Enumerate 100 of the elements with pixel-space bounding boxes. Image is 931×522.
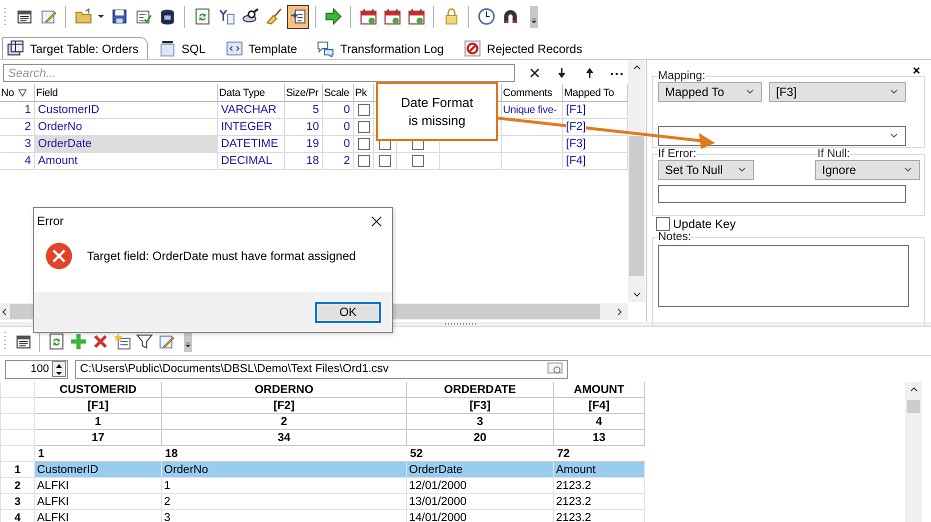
close-icon[interactable] bbox=[371, 216, 382, 226]
checkbox[interactable] bbox=[379, 155, 391, 167]
broom-icon bbox=[266, 8, 282, 25]
table-icon bbox=[7, 40, 24, 57]
data-row[interactable]: 1 CustomerID OrderNo OrderDate Amount bbox=[0, 462, 905, 478]
file-path-field[interactable]: C:\Users\Public\Documents\DBSL\Demo\Text Files\Ord1.csv bbox=[75, 360, 568, 378]
column-header: [F4] bbox=[588, 400, 610, 412]
save-icon bbox=[110, 8, 128, 25]
data-row[interactable]: 2 ALFKI 1 12/01/2000 2123.2 bbox=[0, 478, 905, 494]
edit-icon bbox=[158, 332, 174, 350]
table-cell: 13/01/2000 bbox=[409, 496, 467, 508]
row-number: 2 bbox=[14, 480, 21, 492]
checkbox[interactable] bbox=[358, 138, 370, 150]
source-field-dropdown[interactable]: [F3] bbox=[769, 82, 906, 102]
table-cell: 2123.2 bbox=[556, 480, 592, 492]
row-number: 1 bbox=[14, 464, 21, 476]
calendar-icon bbox=[360, 8, 376, 25]
edit-icon bbox=[40, 8, 56, 25]
column-header[interactable]: Mapped To bbox=[564, 86, 614, 98]
data-row[interactable]: 4 ALFKI 3 14/01/2000 2123.2 bbox=[0, 510, 905, 522]
table-cell: CustomerID bbox=[37, 464, 98, 476]
column-header: CUSTOMERID bbox=[59, 384, 137, 396]
splitter-grip-icon[interactable] bbox=[444, 322, 478, 326]
calendar-icon bbox=[384, 8, 400, 25]
row-count-spinner[interactable]: 100 bbox=[5, 360, 68, 378]
field-name-cell[interactable]: CustomerID bbox=[35, 102, 218, 118]
table-cell: 3 bbox=[164, 512, 170, 522]
table-cell: ALFKI bbox=[37, 480, 69, 492]
checkbox[interactable] bbox=[358, 155, 370, 167]
scroll-thumb[interactable] bbox=[629, 136, 644, 276]
if-error-dropdown[interactable]: Set To Null bbox=[658, 160, 754, 180]
error-icon bbox=[45, 242, 73, 270]
table-cell: OrderNo bbox=[164, 464, 208, 476]
tab[interactable]: Template bbox=[220, 37, 306, 59]
database-icon bbox=[158, 8, 176, 25]
field-name-cell[interactable]: Amount bbox=[35, 153, 218, 169]
column-header: 17 bbox=[92, 432, 104, 444]
update-key-checkbox[interactable]: Update Key bbox=[656, 217, 925, 231]
group-label: Notes: bbox=[658, 231, 692, 243]
table-cell: 14/01/2000 bbox=[409, 512, 467, 522]
table-cell: 2123.2 bbox=[556, 496, 592, 508]
table-cell: 1 bbox=[164, 480, 170, 492]
vertical-scrollbar[interactable] bbox=[905, 382, 922, 522]
import-icon bbox=[290, 8, 306, 25]
ok-button[interactable]: OK bbox=[315, 302, 381, 322]
fields-icon bbox=[218, 8, 234, 25]
column-header: 13 bbox=[592, 432, 606, 444]
field-name-cell[interactable]: OrderDate bbox=[35, 136, 218, 152]
browse-icon[interactable] bbox=[547, 362, 563, 376]
if-null-dropdown[interactable]: Ignore bbox=[815, 160, 920, 180]
table-cell: ALFKI bbox=[37, 512, 69, 522]
column-header[interactable]: Pk bbox=[355, 86, 367, 98]
column-header[interactable]: Field bbox=[36, 86, 58, 98]
text-field[interactable] bbox=[658, 185, 906, 203]
comment-cell: Unique five- bbox=[503, 104, 557, 116]
lock-icon bbox=[442, 8, 460, 25]
column-header[interactable]: Scale bbox=[324, 86, 350, 98]
column-header[interactable]: Comments bbox=[503, 86, 552, 98]
refresh-icon bbox=[194, 8, 210, 25]
sql-file-icon bbox=[158, 40, 176, 57]
dialog-message: Target field: OrderDate must have format assigned bbox=[87, 249, 356, 263]
row-number: 1 bbox=[24, 104, 31, 116]
properties-icon bbox=[14, 332, 32, 350]
tab[interactable]: SQL bbox=[154, 37, 215, 59]
column-header: 20 bbox=[474, 432, 486, 444]
scroll-thumb[interactable] bbox=[907, 400, 920, 413]
column-header: 34 bbox=[278, 432, 290, 444]
scale-cell: 0 bbox=[344, 104, 350, 116]
sort-icon[interactable] bbox=[18, 88, 28, 97]
table-cell: Amount bbox=[556, 464, 596, 476]
field-name-cell[interactable]: OrderNo bbox=[35, 119, 218, 135]
toolbar-button[interactable] bbox=[287, 4, 309, 28]
tab[interactable]: Transformation Log bbox=[312, 37, 453, 59]
row-number: 3 bbox=[14, 496, 21, 508]
column-header: 1 bbox=[94, 416, 102, 428]
start-position: 18 bbox=[165, 448, 178, 460]
column-header[interactable]: No bbox=[1, 86, 14, 98]
checkbox[interactable] bbox=[412, 155, 424, 167]
data-row[interactable]: 3 ALFKI 2 13/01/2000 2123.2 bbox=[0, 494, 905, 510]
data-type-cell: DATETIME bbox=[221, 138, 278, 150]
row-number: 2 bbox=[24, 121, 31, 133]
notes-field[interactable] bbox=[658, 245, 909, 307]
mapping-type-dropdown[interactable]: Mapped To bbox=[658, 82, 762, 102]
mapped-to-cell: [F1] bbox=[566, 104, 586, 116]
tab[interactable]: Rejected Records bbox=[458, 37, 592, 59]
folder-icon bbox=[74, 8, 92, 25]
vertical-scrollbar[interactable] bbox=[628, 60, 645, 302]
format-dropdown[interactable] bbox=[658, 126, 906, 146]
column-header: ORDERDATE bbox=[444, 384, 516, 396]
column-header[interactable]: Data Type bbox=[219, 86, 265, 98]
spinner-arrows-icon[interactable] bbox=[52, 361, 66, 377]
search-field[interactable]: Search... bbox=[3, 64, 515, 82]
column-header[interactable]: Size/Pr bbox=[286, 86, 318, 98]
mapped-to-cell: [F4] bbox=[566, 155, 586, 167]
checkbox[interactable] bbox=[358, 104, 370, 116]
close-icon[interactable] bbox=[912, 66, 921, 75]
checkbox[interactable] bbox=[358, 121, 370, 133]
tab[interactable]: Target Table: Orders bbox=[2, 37, 148, 59]
data-type-cell: VARCHAR bbox=[221, 104, 276, 116]
delete-icon bbox=[92, 332, 108, 350]
